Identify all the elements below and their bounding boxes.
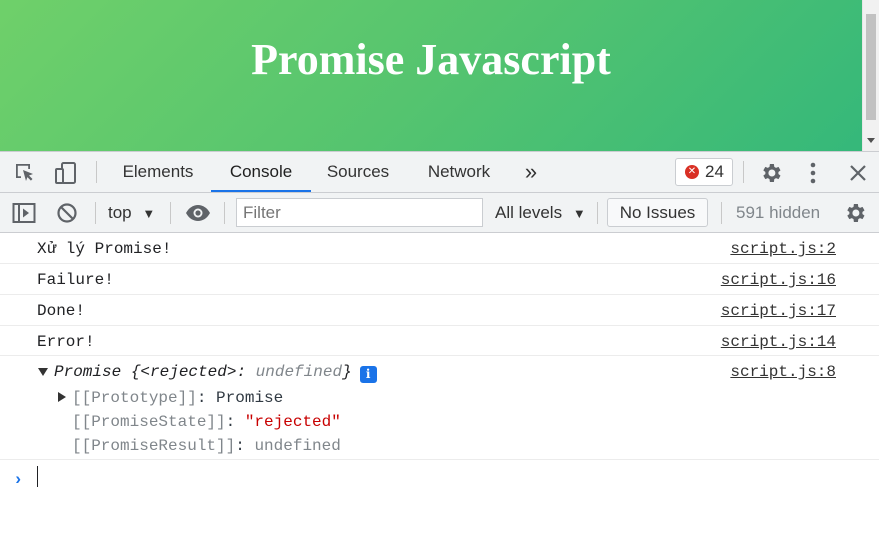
issues-button[interactable]: No Issues	[607, 198, 708, 227]
tab-sources[interactable]: Sources	[312, 152, 404, 192]
tabbar-divider	[96, 161, 97, 183]
message-text: Failure!	[37, 271, 114, 289]
message-source-link[interactable]: script.js:2	[730, 240, 836, 258]
toolbar-divider	[224, 202, 225, 224]
expand-down-icon[interactable]	[38, 367, 48, 376]
kebab-menu-icon[interactable]	[803, 160, 823, 186]
inspect-icon[interactable]	[12, 161, 38, 185]
message-text: Done!	[37, 302, 86, 320]
error-count: 24	[705, 162, 724, 181]
eye-icon[interactable]	[184, 201, 212, 225]
chevron-down-icon: ▼	[572, 206, 586, 221]
console-message: Done! script.js:17	[0, 295, 879, 326]
log-levels-value: All levels	[495, 203, 563, 222]
info-icon[interactable]: i	[359, 366, 377, 383]
console-message: Error! script.js:14	[0, 326, 879, 356]
tabbar-divider	[743, 161, 744, 183]
expand-right-icon[interactable]	[58, 392, 66, 402]
tab-elements[interactable]: Elements	[106, 152, 210, 192]
message-source-link[interactable]: script.js:16	[721, 271, 836, 289]
log-levels-dropdown[interactable]: All levels ▼	[495, 193, 586, 233]
console-toolbar: top ▼ All levels ▼ No Issues 591 hidden	[0, 193, 879, 233]
message-text: Error!	[37, 333, 95, 351]
active-tab-indicator	[211, 190, 311, 192]
chevron-down-icon: ▼	[142, 206, 156, 221]
message-source-link[interactable]: script.js:8	[730, 363, 836, 381]
promise-message: Promise {<rejected>: undefined} i script.…	[0, 356, 879, 460]
sidebar-toggle-icon[interactable]	[11, 201, 37, 225]
prototype-row[interactable]: [[Prototype]]: Promise	[0, 387, 879, 411]
tab-network[interactable]: Network	[409, 152, 509, 192]
console-input-caret[interactable]	[37, 466, 38, 487]
close-icon[interactable]	[846, 161, 870, 185]
device-toggle-icon[interactable]	[52, 160, 80, 186]
devtools-tabbar: Elements Console Sources Network » ✕ 24	[0, 151, 879, 193]
console-message: Failure! script.js:16	[0, 264, 879, 295]
toolbar-divider	[597, 202, 598, 224]
promise-state-row: [[PromiseState]]: "rejected"	[72, 413, 341, 431]
toolbar-divider	[95, 202, 96, 224]
promise-summary[interactable]: Promise {<rejected>: undefined} i	[38, 363, 377, 383]
page-viewport: Promise Javascript	[0, 0, 862, 151]
message-source-link[interactable]: script.js:17	[721, 302, 836, 320]
clear-console-icon[interactable]	[55, 201, 79, 225]
context-value: top	[108, 203, 132, 222]
scroll-down-icon[interactable]	[867, 138, 875, 143]
console-message: Xử lý Promise! script.js:2	[0, 233, 879, 264]
more-tabs-icon[interactable]: »	[514, 152, 548, 192]
tab-console[interactable]: Console	[211, 152, 311, 192]
promise-result-row: [[PromiseResult]]: undefined	[72, 437, 341, 455]
hidden-count: 591 hidden	[736, 203, 821, 222]
context-selector[interactable]: top ▼	[108, 193, 155, 233]
page-title: Promise Javascript	[251, 35, 611, 84]
toolbar-divider	[721, 202, 722, 224]
filter-input[interactable]	[236, 198, 483, 227]
message-source-link[interactable]: script.js:14	[721, 333, 836, 351]
scrollbar-thumb[interactable]	[866, 14, 876, 120]
console-output[interactable]: Xử lý Promise! script.js:2 Failure! scri…	[0, 233, 879, 538]
toolbar-divider	[170, 202, 171, 224]
console-settings-gear-icon[interactable]	[842, 201, 868, 225]
page-scrollbar[interactable]	[862, 0, 879, 151]
error-count-badge[interactable]: ✕ 24	[675, 158, 733, 186]
console-prompt-icon: ›	[13, 471, 24, 490]
gear-icon[interactable]	[758, 160, 784, 186]
error-icon: ✕	[685, 165, 699, 179]
message-text: Xử lý Promise!	[37, 240, 172, 258]
